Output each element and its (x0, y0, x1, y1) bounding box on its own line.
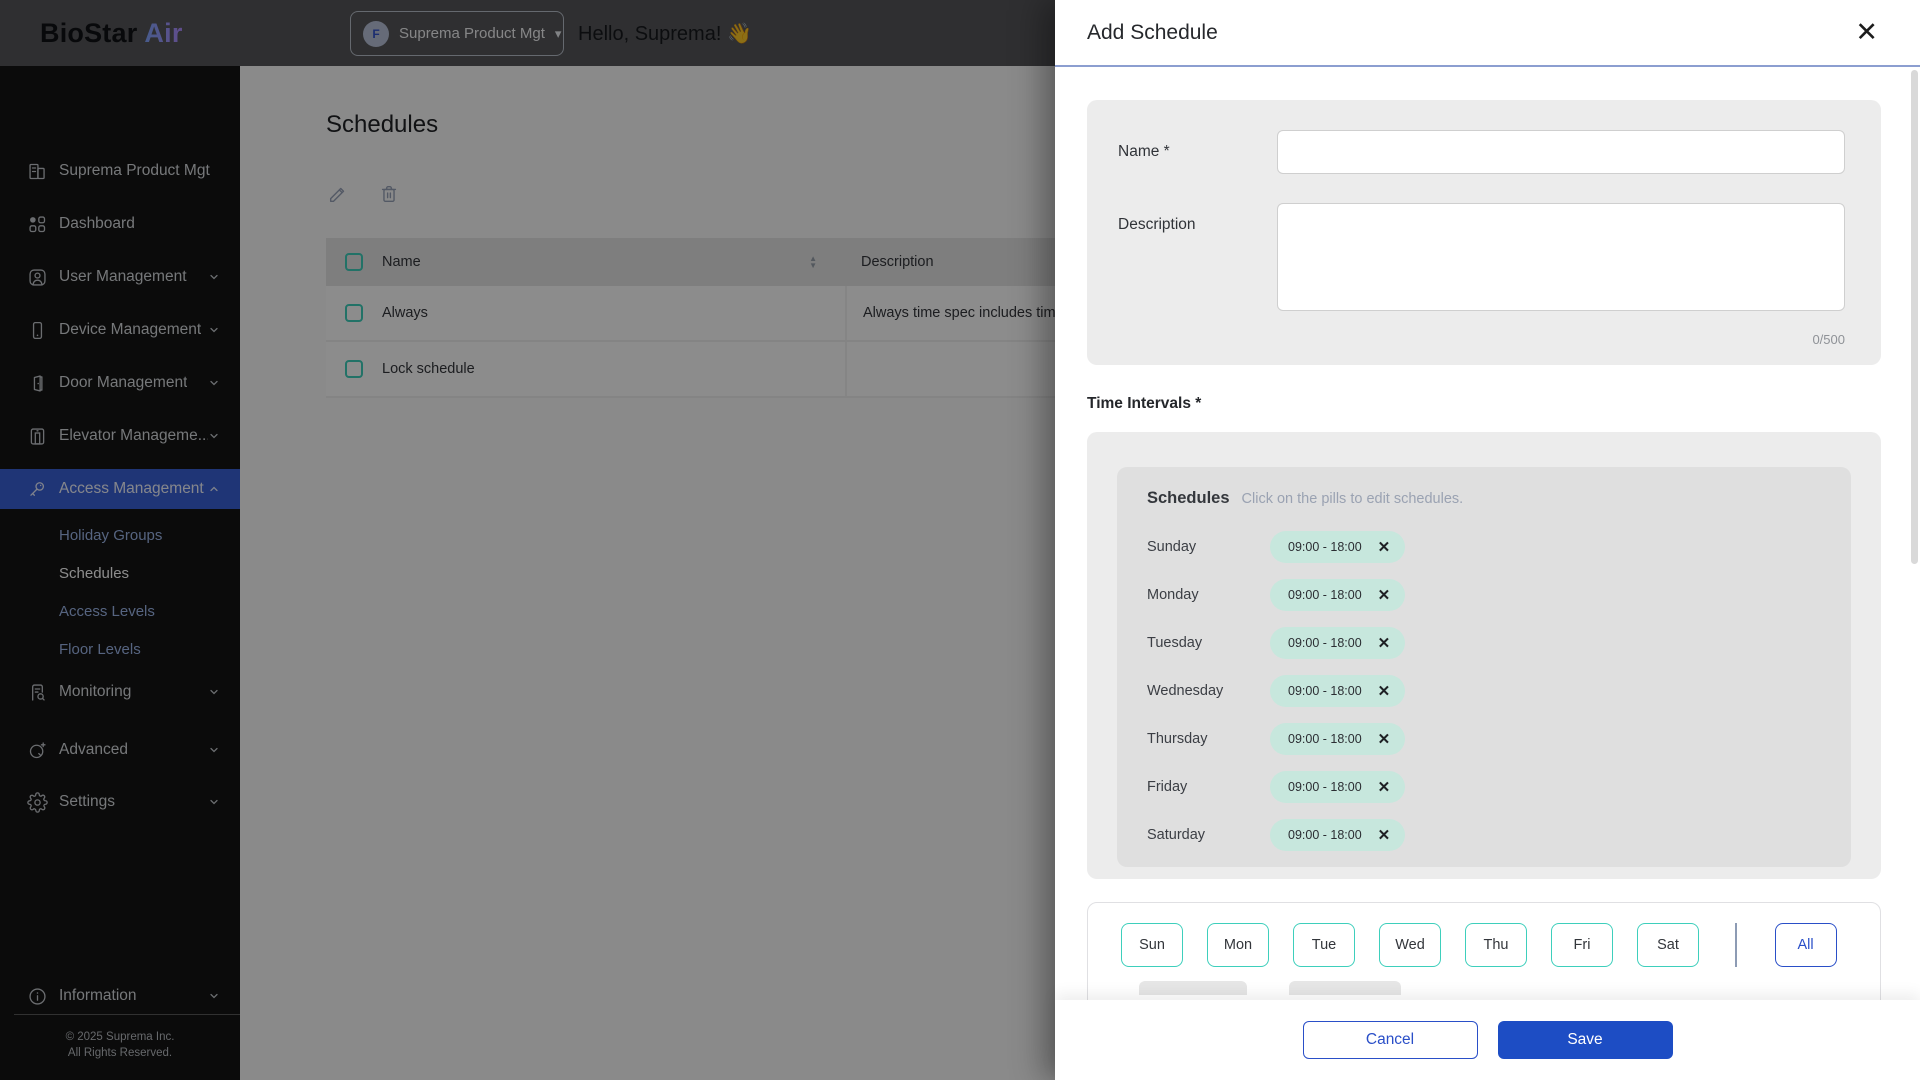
day-schedule-row: Friday 09:00 - 18:00 ✕ (1147, 771, 1821, 803)
day-button-all[interactable]: All (1775, 923, 1837, 967)
day-schedule-row: Monday 09:00 - 18:00 ✕ (1147, 579, 1821, 611)
add-schedule-drawer: Add Schedule ✕ Name * Description 0/500 … (1055, 0, 1920, 1080)
day-schedule-row: Thursday 09:00 - 18:00 ✕ (1147, 723, 1821, 755)
char-counter: 0/500 (1118, 332, 1845, 347)
interval-pill[interactable]: 09:00 - 18:00 ✕ (1270, 531, 1405, 563)
schedules-subheader: Schedules Click on the pills to edit sch… (1147, 489, 1821, 517)
day-name: Tuesday (1147, 635, 1270, 651)
day-schedule-row: Saturday 09:00 - 18:00 ✕ (1147, 819, 1821, 851)
remove-interval-icon[interactable]: ✕ (1378, 540, 1391, 555)
remove-interval-icon[interactable]: ✕ (1378, 780, 1391, 795)
schedule-form-card: Name * Description 0/500 (1087, 100, 1881, 365)
drawer-header: Add Schedule ✕ (1055, 0, 1920, 67)
day-button-sat[interactable]: Sat (1637, 923, 1699, 967)
schedules-pills-card: Schedules Click on the pills to edit sch… (1117, 467, 1851, 867)
day-button-fri[interactable]: Fri (1551, 923, 1613, 967)
interval-pill[interactable]: 09:00 - 18:00 ✕ (1270, 819, 1405, 851)
interval-time: 09:00 - 18:00 (1288, 540, 1362, 554)
time-intervals-heading: Time Intervals * (1087, 395, 1881, 413)
interval-pill[interactable]: 09:00 - 18:00 ✕ (1270, 723, 1405, 755)
description-field-label: Description (1118, 203, 1277, 316)
name-field-row: Name * (1118, 130, 1845, 174)
interval-pill[interactable]: 09:00 - 18:00 ✕ (1270, 627, 1405, 659)
interval-pill[interactable]: 09:00 - 18:00 ✕ (1270, 771, 1405, 803)
day-name: Saturday (1147, 827, 1270, 843)
day-name: Monday (1147, 587, 1270, 603)
remove-interval-icon[interactable]: ✕ (1378, 636, 1391, 651)
day-name: Friday (1147, 779, 1270, 795)
schedules-hint: Click on the pills to edit schedules. (1242, 491, 1464, 507)
remove-interval-icon[interactable]: ✕ (1378, 684, 1391, 699)
name-input[interactable] (1277, 130, 1845, 174)
clipped-time-inputs (1139, 981, 1880, 995)
day-selector-divider (1735, 923, 1737, 967)
interval-time: 09:00 - 18:00 (1288, 588, 1362, 602)
interval-time: 09:00 - 18:00 (1288, 684, 1362, 698)
day-button-wed[interactable]: Wed (1379, 923, 1441, 967)
name-field-label: Name * (1118, 130, 1277, 174)
day-selector-row: Sun Mon Tue Wed Thu Fri Sat All (1121, 923, 1880, 967)
day-name: Sunday (1147, 539, 1270, 555)
save-button[interactable]: Save (1498, 1021, 1673, 1059)
remove-interval-icon[interactable]: ✕ (1378, 588, 1391, 603)
description-textarea[interactable] (1277, 203, 1845, 311)
day-button-thu[interactable]: Thu (1465, 923, 1527, 967)
day-button-mon[interactable]: Mon (1207, 923, 1269, 967)
clipped-time-input (1289, 981, 1401, 995)
remove-interval-icon[interactable]: ✕ (1378, 732, 1391, 747)
interval-time: 09:00 - 18:00 (1288, 732, 1362, 746)
cancel-button[interactable]: Cancel (1303, 1021, 1478, 1059)
interval-pill[interactable]: 09:00 - 18:00 ✕ (1270, 675, 1405, 707)
drawer-scrollbar[interactable] (1911, 70, 1918, 564)
time-intervals-card: Schedules Click on the pills to edit sch… (1087, 432, 1881, 879)
drawer-body: Name * Description 0/500 Time Intervals … (1055, 69, 1920, 1000)
day-schedule-row: Tuesday 09:00 - 18:00 ✕ (1147, 627, 1821, 659)
drawer-title: Add Schedule (1087, 21, 1218, 45)
close-icon[interactable]: ✕ (1855, 19, 1878, 46)
day-name: Wednesday (1147, 683, 1270, 699)
interval-time: 09:00 - 18:00 (1288, 780, 1362, 794)
remove-interval-icon[interactable]: ✕ (1378, 828, 1391, 843)
schedules-label: Schedules (1147, 489, 1230, 508)
description-field-row: Description (1118, 203, 1845, 316)
day-button-tue[interactable]: Tue (1293, 923, 1355, 967)
interval-time: 09:00 - 18:00 (1288, 636, 1362, 650)
interval-pill[interactable]: 09:00 - 18:00 ✕ (1270, 579, 1405, 611)
interval-time: 09:00 - 18:00 (1288, 828, 1362, 842)
day-selector-card: Sun Mon Tue Wed Thu Fri Sat All (1087, 902, 1881, 1000)
day-schedule-row: Wednesday 09:00 - 18:00 ✕ (1147, 675, 1821, 707)
day-name: Thursday (1147, 731, 1270, 747)
day-schedule-row: Sunday 09:00 - 18:00 ✕ (1147, 531, 1821, 563)
day-button-sun[interactable]: Sun (1121, 923, 1183, 967)
clipped-time-input (1139, 981, 1247, 995)
drawer-footer: Cancel Save (1055, 1000, 1920, 1080)
